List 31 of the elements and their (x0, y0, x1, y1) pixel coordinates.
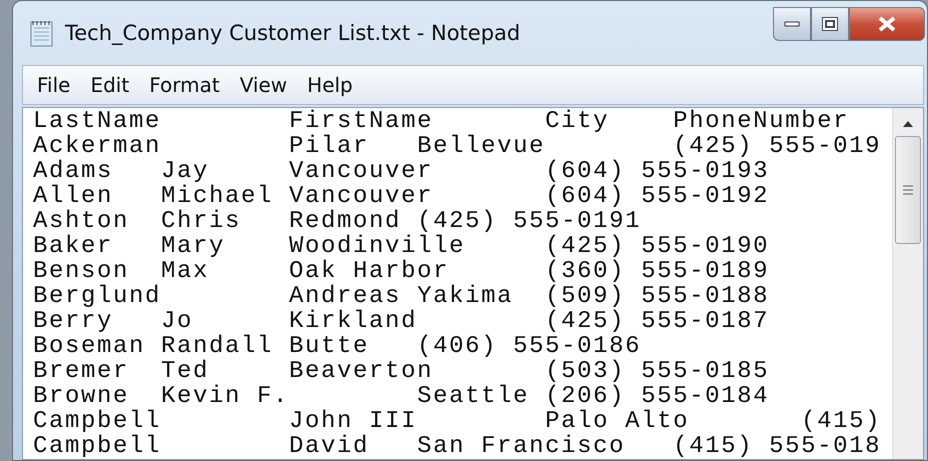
scrollbar[interactable] (892, 108, 923, 459)
menu-item[interactable]: Help (299, 73, 365, 97)
up-arrow-icon[interactable] (902, 120, 914, 128)
text-line: Ackerman Pilar Bellevue (425) 555-019 (33, 134, 882, 159)
menu-item[interactable]: Edit (82, 73, 142, 97)
minimize-icon (784, 21, 800, 27)
text-line: Boseman Randall Butte (406) 555-0186 (33, 334, 642, 359)
close-icon (876, 15, 898, 33)
notepad-icon (29, 19, 55, 47)
text-line: Campbell John III Palo Alto (415) (33, 409, 882, 434)
text-line: Ashton Chris Redmond (425) 555-0191 (33, 209, 642, 234)
menu-item[interactable]: File (29, 73, 82, 97)
close-button[interactable] (849, 7, 925, 41)
minimize-button[interactable] (773, 7, 811, 41)
text-line: Adams Jay Vancouver (604) 555-0193 (33, 159, 770, 184)
text-line: Berry Jo Kirkland (425) 555-0187 (33, 309, 770, 334)
text-line: Berglund Andreas Yakima (509) 555-0188 (33, 284, 770, 309)
maximize-button[interactable] (811, 7, 849, 41)
text-line: Browne Kevin F. Seattle (206) 555-0184 (33, 384, 770, 409)
window-title: Tech_Company Customer List.txt - Notepad (65, 21, 520, 45)
text-line: Benson Max Oak Harbor (360) 555-0189 (33, 259, 770, 284)
text-line: Campbell David San Francisco (415) 555-018 (33, 434, 882, 459)
text-line: Bremer Ted Beaverton (503) 555-0185 (33, 359, 770, 384)
menu-item[interactable]: View (232, 73, 300, 97)
text-line: Allen Michael Vancouver (604) 555-0192 (33, 184, 770, 209)
grip-icon (902, 184, 914, 196)
maximize-icon (821, 16, 839, 32)
menu-item[interactable]: Format (141, 73, 232, 97)
text-line: Baker Mary Woodinville (425) 555-0190 (33, 234, 770, 259)
scroll-thumb[interactable] (895, 136, 921, 244)
text-line: LastName FirstName City PhoneNumber (33, 109, 850, 134)
